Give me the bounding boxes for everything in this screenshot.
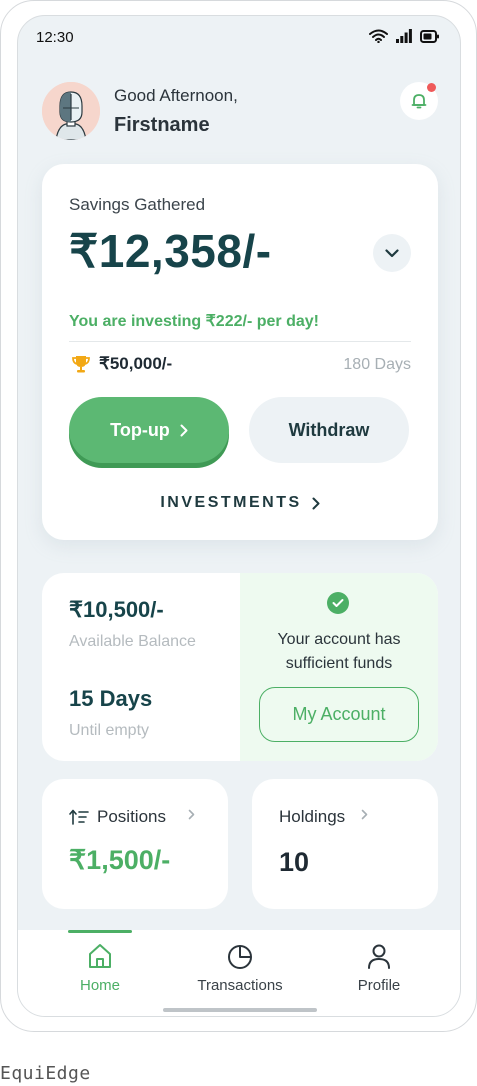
holdings-title-row: Holdings (279, 807, 345, 827)
funds-status-message: Your account has sufficient funds (277, 631, 401, 672)
my-account-button[interactable]: My Account (259, 687, 419, 742)
nav-item-profile[interactable]: Profile (305, 930, 453, 1010)
available-balance-label: Available Balance (69, 633, 196, 650)
investments-link[interactable]: INVESTMENTS (42, 494, 438, 512)
chevron-down-icon (385, 248, 399, 257)
chevron-right-icon (312, 497, 320, 509)
investments-label: INVESTMENTS (160, 494, 302, 511)
chevron-right-icon (361, 809, 368, 820)
battery-icon (420, 29, 439, 43)
trophy-icon (72, 356, 90, 373)
phone-frame: 12:30 Good Afternoon, Firstname Savings … (0, 0, 477, 1032)
balance-card: ₹10,500/- Available Balance 15 Days Unti… (42, 573, 438, 761)
holdings-title: Holdings (279, 807, 346, 826)
daily-investment-text: You are investing ₹222/- per day! (69, 313, 319, 330)
sort-icon (69, 809, 89, 825)
goal-duration: 180 Days (343, 356, 411, 373)
user-name: Firstname (114, 114, 210, 136)
topup-label: Top-up (110, 419, 170, 440)
home-indicator-bar (163, 1008, 317, 1012)
nav-label-home: Home (79, 977, 120, 994)
balance-summary: ₹10,500/- Available Balance 15 Days Unti… (42, 573, 240, 761)
wifi-icon (369, 29, 388, 43)
withdraw-button[interactable]: Withdraw (249, 397, 409, 463)
divider (69, 341, 411, 342)
status-icons (369, 29, 440, 43)
signal-icon (396, 29, 412, 43)
my-account-label: My Account (292, 704, 386, 724)
savings-card: Savings Gathered ₹12,358/- You are inves… (42, 164, 438, 540)
avatar-illustration (42, 82, 100, 140)
goal-amount: ₹50,000/- (99, 354, 173, 373)
chevron-right-icon (188, 809, 195, 820)
avatar[interactable] (42, 82, 100, 140)
days-remaining-label: Until empty (69, 722, 150, 739)
positions-value: ₹1,500/- (69, 845, 171, 875)
available-balance-amount: ₹10,500/- (69, 597, 164, 622)
check-circle-icon (327, 592, 349, 614)
savings-label: Savings Gathered (69, 195, 206, 214)
nav-label-transactions: Transactions (197, 977, 283, 994)
status-bar: 12:30 (18, 16, 460, 60)
user-icon (368, 944, 390, 969)
chevron-right-icon (180, 424, 188, 436)
brand-caption: EquiEdge (0, 1063, 91, 1084)
nav-item-home[interactable]: Home (26, 930, 174, 1010)
withdraw-label: Withdraw (288, 419, 370, 440)
bell-icon (411, 94, 427, 109)
nav-item-transactions[interactable]: Transactions (166, 930, 314, 1010)
app-screen: 12:30 Good Afternoon, Firstname Savings … (17, 15, 461, 1017)
positions-card[interactable]: Positions ₹1,500/- (42, 779, 228, 909)
pie-chart-icon (228, 945, 252, 969)
days-remaining-value: 15 Days (69, 686, 153, 711)
nav-label-profile: Profile (357, 977, 401, 994)
positions-title: Positions (97, 807, 166, 826)
notifications-button[interactable] (400, 82, 438, 120)
funds-status-panel: Your account has sufficient funds My Acc… (240, 573, 438, 761)
home-icon (89, 944, 111, 968)
holdings-value: 10 (279, 847, 310, 877)
topup-button[interactable]: Top-up (69, 397, 229, 463)
status-time: 12:30 (36, 29, 74, 46)
bottom-navigation: Home Transactions Profile (18, 930, 460, 1016)
greeting-text: Good Afternoon, (114, 86, 238, 105)
holdings-card[interactable]: Holdings 10 (252, 779, 438, 909)
positions-title-row: Positions (69, 807, 166, 827)
savings-amount: ₹12,358/- (69, 225, 272, 277)
active-tab-indicator (68, 930, 132, 933)
expand-savings-button[interactable] (373, 234, 411, 272)
notification-badge (427, 83, 436, 92)
